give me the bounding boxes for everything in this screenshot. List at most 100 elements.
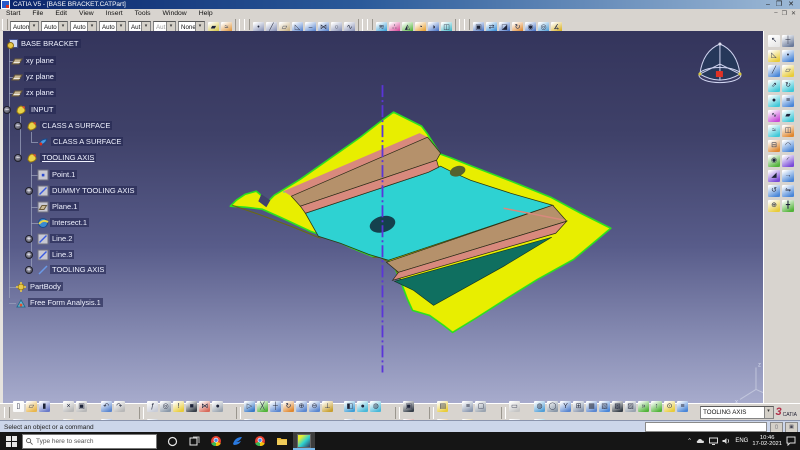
link-icon[interactable]: ⋈ (199, 400, 211, 412)
file-explorer-button[interactable] (271, 432, 293, 450)
copy-icon[interactable]: ▣ (76, 400, 88, 412)
manipulation-icon[interactable]: ┼ (782, 35, 794, 47)
sphere-gray-icon[interactable]: ● (212, 400, 224, 412)
shading-edges-icon[interactable]: ◍ (370, 400, 382, 412)
tree-item-yz-plane[interactable]: yz plane (3, 71, 243, 83)
maximize-button[interactable]: ❐ (776, 0, 782, 9)
task-view-button[interactable] (183, 432, 205, 450)
rotate-view-icon[interactable]: ↻ (282, 400, 294, 412)
tree-item-label[interactable]: Line.3 (50, 250, 75, 259)
globe-icon[interactable]: ◯ (547, 400, 559, 412)
tree-item-xy-plane[interactable]: xy plane (3, 55, 243, 67)
tree-expander-plus-icon[interactable]: + (25, 266, 33, 274)
start-button[interactable] (0, 432, 22, 450)
tree-item-free-form-analysis-1[interactable]: Free Form Analysis.1 (3, 297, 243, 309)
doc-window-button[interactable]: ▣ (785, 421, 798, 433)
tree-item-tooling-axis[interactable]: + TOOLING AXIS (3, 264, 243, 276)
tree-item-intersect-1[interactable]: Intersect.1 (3, 217, 243, 229)
pan-icon[interactable]: ┼ (269, 400, 281, 412)
toolbar-drag-handle[interactable] (2, 19, 8, 30)
tree-item-label[interactable]: INPUT (29, 105, 56, 114)
toolbar-drag-handle[interactable] (464, 19, 470, 30)
mdi-restore-button[interactable]: ❐ (782, 10, 787, 17)
close-button[interactable]: ✕ (788, 0, 794, 9)
box-icon[interactable]: ▢ (475, 400, 487, 412)
tree-expander-minus-icon[interactable]: − (14, 122, 22, 130)
display-icon[interactable] (709, 437, 719, 445)
trim-icon[interactable]: ⊟ (768, 140, 780, 152)
fit-all-in-icon[interactable]: ╳ (256, 400, 268, 412)
tree-item-line-3[interactable]: + Line.3 (3, 249, 243, 261)
catalog-icon[interactable]: ▤ (437, 400, 449, 412)
tree-expander-plus-icon[interactable]: + (25, 235, 33, 243)
chrome-button[interactable] (205, 432, 227, 450)
plane-icon[interactable]: ▱ (782, 65, 794, 77)
render-environment-icon[interactable]: ◍ (534, 400, 546, 412)
fill-icon[interactable]: ▰ (782, 110, 794, 122)
tree-item-label[interactable]: yz plane (24, 72, 56, 81)
grid-icon[interactable]: ▦ (586, 400, 598, 412)
tree-item-dummy-tooling-axis[interactable]: + DUMMY TOOLING AXIS (3, 185, 243, 197)
tree-item-label[interactable]: BASE BRACKET (19, 39, 81, 48)
tree-item-label[interactable]: xy plane (24, 56, 56, 65)
point-icon[interactable]: • (782, 50, 794, 62)
onedrive-cloud-icon[interactable] (696, 437, 705, 445)
tree-item-label[interactable]: Line.2 (50, 234, 75, 243)
tree-item-label[interactable]: Plane.1 (50, 202, 80, 211)
tree-item-base-bracket[interactable]: BASE BRACKET (3, 38, 243, 50)
fly-mode-icon[interactable]: ▷ (243, 400, 255, 412)
join-icon[interactable]: ⊕ (768, 200, 780, 212)
tree-item-zx-plane[interactable]: zx plane (3, 87, 243, 99)
tree-item-plane-1[interactable]: Plane.1 (3, 201, 243, 213)
tree-item-tooling-axis[interactable]: − TOOLING AXIS (3, 152, 243, 164)
camera-icon[interactable]: ▣ (403, 400, 415, 412)
minimize-button[interactable]: – (766, 0, 770, 9)
tree-item-label[interactable]: CLASS A SURFACE (51, 137, 124, 146)
tree-item-class-a-surface[interactable]: − CLASS A SURFACE (3, 120, 243, 132)
search-doc-icon[interactable]: ◎ (160, 400, 172, 412)
box-blue-icon[interactable]: ▧ (599, 400, 611, 412)
toolbar-drag-handle[interactable] (367, 19, 373, 30)
tree-item-label[interactable]: Intersect.1 (50, 218, 90, 227)
undo-icon[interactable]: ↶ (100, 400, 112, 412)
translate-icon[interactable]: → (782, 170, 794, 182)
link-manager-icon[interactable]: ▭ (508, 400, 520, 412)
offset-icon[interactable]: ≡ (782, 95, 794, 107)
named-views-combo[interactable]: TOOLING AXIS ▾ (700, 406, 774, 419)
shading-icon[interactable]: ● (357, 400, 369, 412)
power-input-lock-button[interactable]: ▯ (770, 421, 783, 433)
sketcher-icon[interactable]: ◺ (768, 50, 780, 62)
tree-item-label[interactable]: DUMMY TOOLING AXIS (50, 186, 137, 195)
tree-expander-plus-icon[interactable]: + (25, 251, 33, 259)
cut-icon[interactable]: × (63, 400, 75, 412)
boundary-icon[interactable]: ◠ (782, 140, 794, 152)
redo-icon[interactable]: ↷ (113, 400, 125, 412)
sphere-icon[interactable]: ● (768, 95, 780, 107)
tree-item-point-1[interactable]: Point.1 (3, 169, 243, 181)
tree-item-label[interactable]: CLASS A SURFACE (40, 121, 113, 130)
fillet-icon[interactable]: ◜ (782, 155, 794, 167)
line-icon[interactable]: ╱ (768, 65, 780, 77)
mdi-minimize-button[interactable]: – (774, 10, 777, 17)
tree-item-label[interactable]: zx plane (24, 88, 56, 97)
catia-taskbar-button[interactable] (293, 432, 315, 450)
toolbar-drag-handle[interactable] (4, 407, 10, 418)
magnifier-yellow-icon[interactable]: ⊙ (664, 400, 676, 412)
chrome-2-button[interactable] (249, 432, 271, 450)
volume-icon[interactable] (722, 437, 731, 445)
tree-expander-minus-icon[interactable]: − (14, 154, 22, 162)
sweep-icon[interactable]: ∿ (768, 110, 780, 122)
notification-center-icon[interactable] (786, 436, 796, 446)
tray-chevron-icon[interactable]: ⌃ (687, 437, 692, 445)
3d-viewport[interactable]: z x y BASE BRACKETxy planeyz planezx pla… (0, 31, 763, 403)
tree-item-label[interactable]: TOOLING AXIS (40, 153, 97, 162)
tree-item-input[interactable]: − INPUT (3, 104, 243, 116)
manikin-icon[interactable]: Y (560, 400, 572, 412)
screen-icon[interactable]: ■ (186, 400, 198, 412)
box-dark-icon[interactable]: ▩ (612, 400, 624, 412)
tree-icon[interactable]: ↑ (651, 400, 663, 412)
tree-item-label[interactable]: TOOLING AXIS (50, 265, 107, 274)
normal-view-icon[interactable]: ⊥ (321, 400, 333, 412)
tree-item-label[interactable]: Free Form Analysis.1 (28, 298, 103, 307)
blue-app-button[interactable] (227, 432, 249, 450)
